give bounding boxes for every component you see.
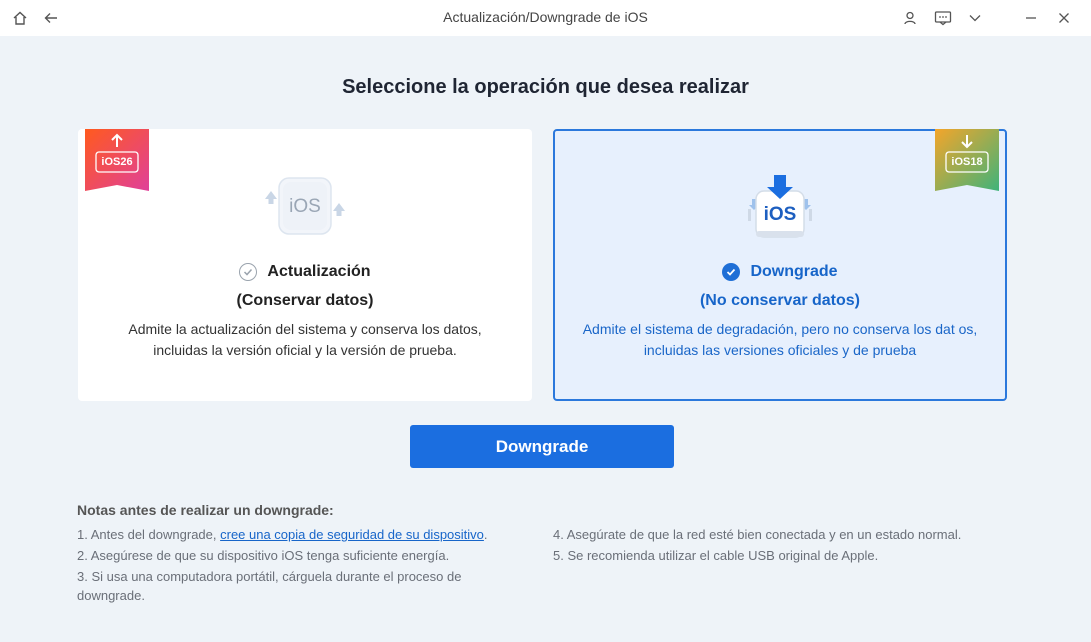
backup-link[interactable]: cree una copia de seguridad de su dispos… bbox=[220, 527, 484, 542]
update-option-description: Admite la actualización del sistema y co… bbox=[128, 321, 482, 358]
note-item: 1. Antes del downgrade, cree una copia d… bbox=[77, 525, 537, 544]
downgrade-option-subtitle: (No conservar datos) bbox=[699, 292, 861, 309]
note-1-suffix: . bbox=[483, 527, 488, 542]
window-title: Actualización/Downgrade de iOS bbox=[443, 9, 648, 25]
account-icon[interactable] bbox=[900, 8, 920, 28]
downgrade-button[interactable]: Downgrade bbox=[410, 425, 674, 468]
ios-upgrade-icon-text: iOS bbox=[289, 196, 321, 217]
title-bar: Actualización/Downgrade de iOS bbox=[0, 0, 1091, 36]
downgrade-option-title: Downgrade bbox=[750, 263, 838, 280]
ios-downgrade-icon: iOS bbox=[730, 169, 830, 249]
downgrade-radio-checked[interactable] bbox=[722, 263, 741, 281]
ios-downgrade-icon-text: iOS bbox=[764, 204, 797, 225]
note-item: 4. Asegúrate de que la red esté bien con… bbox=[553, 527, 962, 542]
downgrade-option-description: Admite el sistema de degradación, pero n… bbox=[582, 321, 978, 358]
note-1-prefix: 1. Antes del downgrade, bbox=[77, 527, 221, 542]
chevron-down-icon[interactable] bbox=[965, 8, 985, 28]
notes-title: Notas antes de realizar un downgrade: bbox=[77, 502, 334, 518]
note-item: 5. Se recomienda utilizar el cable USB o… bbox=[553, 548, 879, 563]
minimize-icon[interactable] bbox=[1021, 8, 1041, 28]
update-option-subtitle: (Conservar datos) bbox=[236, 292, 374, 309]
note-item: 3. Si usa una computadora portátil, cárg… bbox=[77, 569, 462, 603]
ios26-badge-label: iOS26 bbox=[101, 156, 133, 168]
ios18-badge: iOS18 bbox=[935, 129, 999, 191]
ios-upgrade-icon: iOS bbox=[255, 169, 355, 249]
update-option-card[interactable]: iOS26 iOS Actualización (Conservar datos… bbox=[78, 129, 532, 401]
ios18-badge-label: iOS18 bbox=[951, 156, 983, 168]
close-icon[interactable] bbox=[1054, 8, 1074, 28]
notes-column-left: 1. Antes del downgrade, cree una copia d… bbox=[77, 525, 537, 607]
page-heading: Seleccione la operación que desea realiz… bbox=[342, 76, 749, 98]
downgrade-option-card[interactable]: iOS18 iOS Downgrade (No conservar datos)… bbox=[553, 129, 1007, 401]
update-radio[interactable] bbox=[239, 263, 258, 281]
note-item: 2. Asegúrese de que su dispositivo iOS t… bbox=[77, 548, 450, 563]
ios26-badge: iOS26 bbox=[85, 129, 149, 191]
update-option-title: Actualización bbox=[267, 263, 371, 280]
feedback-icon[interactable] bbox=[933, 8, 953, 28]
notes-column-right: 4. Asegúrate de que la red esté bien con… bbox=[553, 525, 1033, 567]
